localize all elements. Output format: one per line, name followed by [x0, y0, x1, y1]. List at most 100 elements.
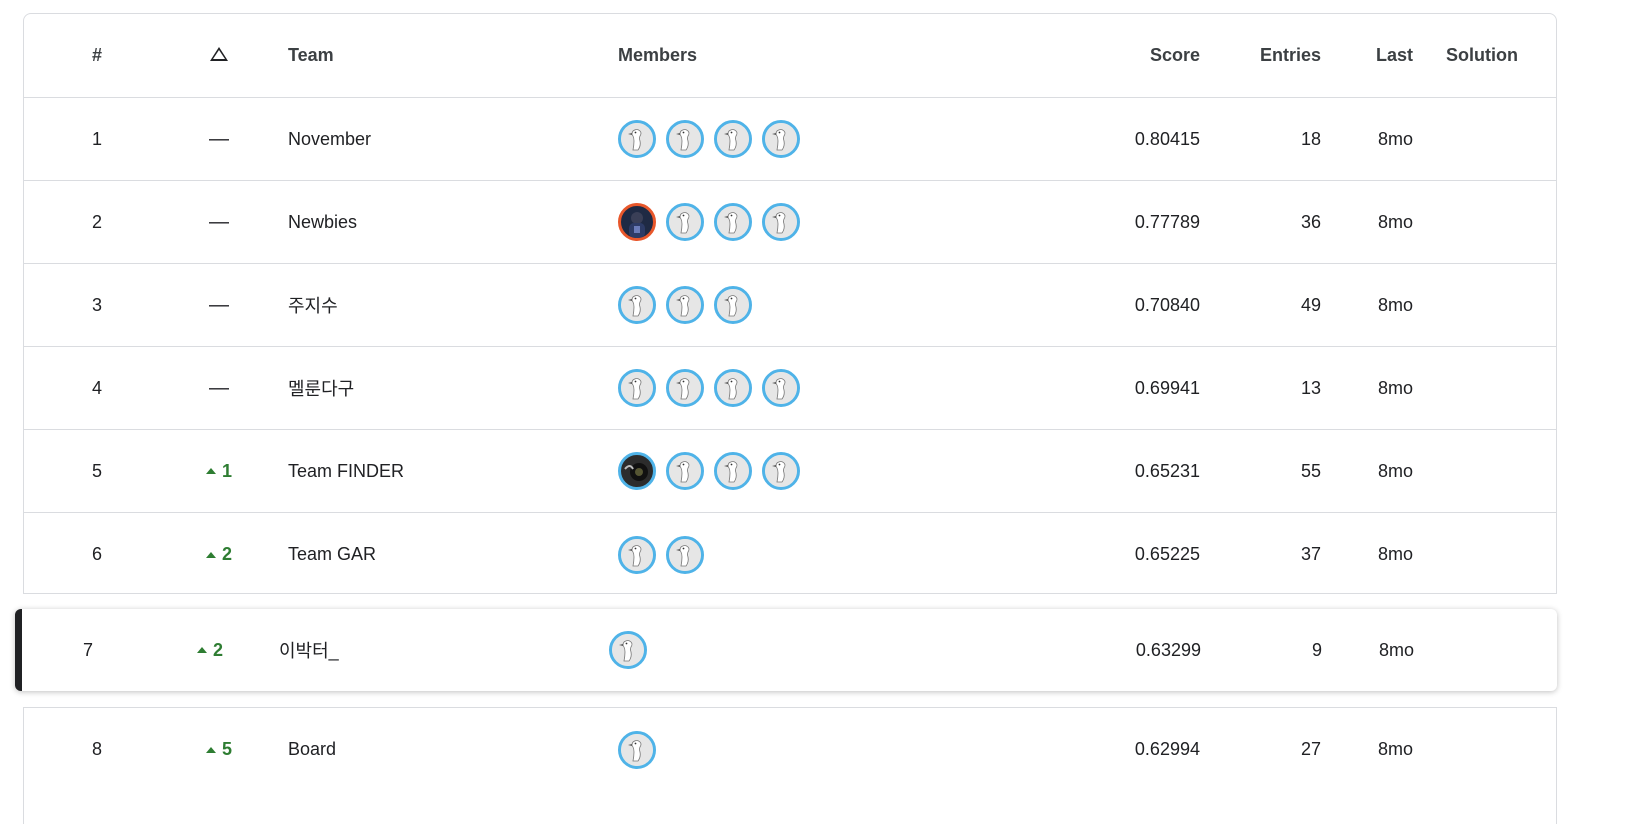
header-score[interactable]: Score	[1150, 14, 1200, 97]
member-avatar[interactable]	[618, 730, 656, 769]
header-members: Members	[618, 45, 698, 65]
table-row[interactable]: 2 — Newbies 0.77789 36 8mo	[24, 181, 1556, 264]
member-avatar[interactable]	[714, 369, 752, 407]
member-avatar[interactable]	[762, 369, 800, 407]
entries: 27	[1300, 739, 1321, 759]
avatar-image	[717, 289, 749, 321]
member-avatar[interactable]	[618, 535, 656, 574]
last-submission: 8mo	[1377, 128, 1413, 149]
member-avatar[interactable]	[666, 535, 704, 574]
rank-change: —	[209, 210, 229, 233]
member-avatar[interactable]	[714, 203, 752, 241]
team-name[interactable]: November	[288, 98, 371, 180]
member-avatar[interactable]	[762, 452, 800, 490]
arrow-up-icon	[196, 647, 207, 653]
member-avatar[interactable]	[666, 369, 704, 407]
rank-change-value: 1	[221, 460, 232, 481]
rank-change: 5	[170, 708, 268, 791]
avatar-image	[717, 455, 749, 487]
member-avatar[interactable]	[666, 203, 704, 241]
header-team[interactable]: Team	[288, 14, 334, 97]
team-name[interactable]: Board	[288, 708, 336, 791]
team-name[interactable]: 이박터_	[279, 609, 339, 691]
avatar-image	[765, 206, 797, 238]
header-last[interactable]: Last	[1376, 14, 1413, 97]
header-delta[interactable]	[170, 14, 268, 97]
table-row[interactable]: 7 2 이박터_ 0.63299 9 8mo	[22, 609, 1557, 691]
score: 0.77789	[1134, 211, 1200, 232]
header-rank[interactable]: #	[24, 14, 170, 97]
arrow-up-icon	[205, 746, 216, 753]
member-avatar[interactable]	[666, 120, 704, 158]
delta-triangle-icon	[210, 46, 228, 61]
avatar-image	[621, 123, 653, 155]
current-user-row[interactable]: 7 2 이박터_ 0.63299 9 8mo	[15, 609, 1557, 691]
team-members	[618, 708, 656, 791]
member-avatar[interactable]	[609, 631, 647, 669]
rank-change-value: 5	[221, 739, 232, 759]
team-members	[618, 513, 704, 596]
last-submission: 8mo	[1377, 460, 1413, 481]
team-name[interactable]: 주지수	[288, 264, 338, 346]
rank: 2	[91, 211, 102, 232]
score: 0.63299	[1135, 639, 1201, 660]
entries: 49	[1300, 294, 1321, 315]
avatar-image	[612, 634, 644, 666]
avatar-image	[717, 123, 749, 155]
entries: 18	[1300, 128, 1321, 149]
rank: 3	[91, 294, 102, 315]
table-row[interactable]: 4 — 멜룬다구 0.69941 13 8mo	[24, 347, 1556, 430]
avatar-image	[629, 212, 645, 238]
member-avatar[interactable]	[618, 452, 656, 490]
team-members	[618, 430, 800, 512]
avatar-image	[621, 733, 653, 766]
avatar-image	[669, 455, 701, 487]
score: 0.65231	[1134, 460, 1200, 481]
table-row[interactable]: 3 — 주지수 0.70840 49 8mo	[24, 264, 1556, 347]
table-header: # Team Members Score Entries Last Soluti…	[24, 14, 1556, 98]
member-avatar[interactable]	[714, 286, 752, 324]
table-row[interactable]: 5 1 Team FINDER 0.65231 55 8mo	[24, 430, 1556, 513]
avatar-image	[669, 123, 701, 155]
avatar-image	[717, 206, 749, 238]
avatar-image	[621, 372, 653, 404]
rank-change: 2	[170, 513, 268, 596]
team-name[interactable]: Newbies	[288, 181, 357, 263]
leaderboard-table-bottom: 8 5 Board 0.62994 27 8mo	[23, 707, 1557, 824]
table-row[interactable]: 8 5 Board 0.62994 27 8mo	[24, 708, 1556, 791]
avatar-image	[669, 372, 701, 404]
member-avatar[interactable]	[618, 120, 656, 158]
entries: 9	[1311, 639, 1322, 660]
score: 0.69941	[1134, 377, 1200, 398]
member-avatar[interactable]	[618, 286, 656, 324]
member-avatar[interactable]	[618, 203, 656, 241]
team-name[interactable]: Team FINDER	[288, 430, 404, 512]
member-avatar[interactable]	[762, 203, 800, 241]
team-members	[618, 264, 752, 346]
table-row[interactable]: 6 2 Team GAR 0.65225 37 8mo	[24, 513, 1556, 596]
rank: 1	[91, 128, 102, 149]
rank-change: —	[209, 127, 229, 150]
score: 0.62994	[1134, 739, 1200, 759]
member-avatar[interactable]	[666, 286, 704, 324]
rank: 7	[82, 639, 93, 660]
entries: 36	[1300, 211, 1321, 232]
avatar-image	[624, 463, 648, 481]
member-avatar[interactable]	[714, 452, 752, 490]
score: 0.70840	[1134, 294, 1200, 315]
last-submission: 8mo	[1377, 739, 1413, 759]
header-entries[interactable]: Entries	[1260, 14, 1321, 97]
avatar-image	[621, 538, 653, 571]
rank-change: —	[209, 293, 229, 316]
member-avatar[interactable]	[714, 120, 752, 158]
team-name[interactable]: 멜룬다구	[288, 347, 354, 429]
member-avatar[interactable]	[762, 120, 800, 158]
rank: 8	[91, 739, 102, 759]
member-avatar[interactable]	[666, 452, 704, 490]
table-row[interactable]: 1 — November 0.80415 18 8mo	[24, 98, 1556, 181]
team-members	[618, 347, 800, 429]
team-name[interactable]: Team GAR	[288, 513, 376, 596]
member-avatar[interactable]	[618, 369, 656, 407]
team-members	[609, 609, 647, 691]
last-submission: 8mo	[1377, 544, 1413, 564]
